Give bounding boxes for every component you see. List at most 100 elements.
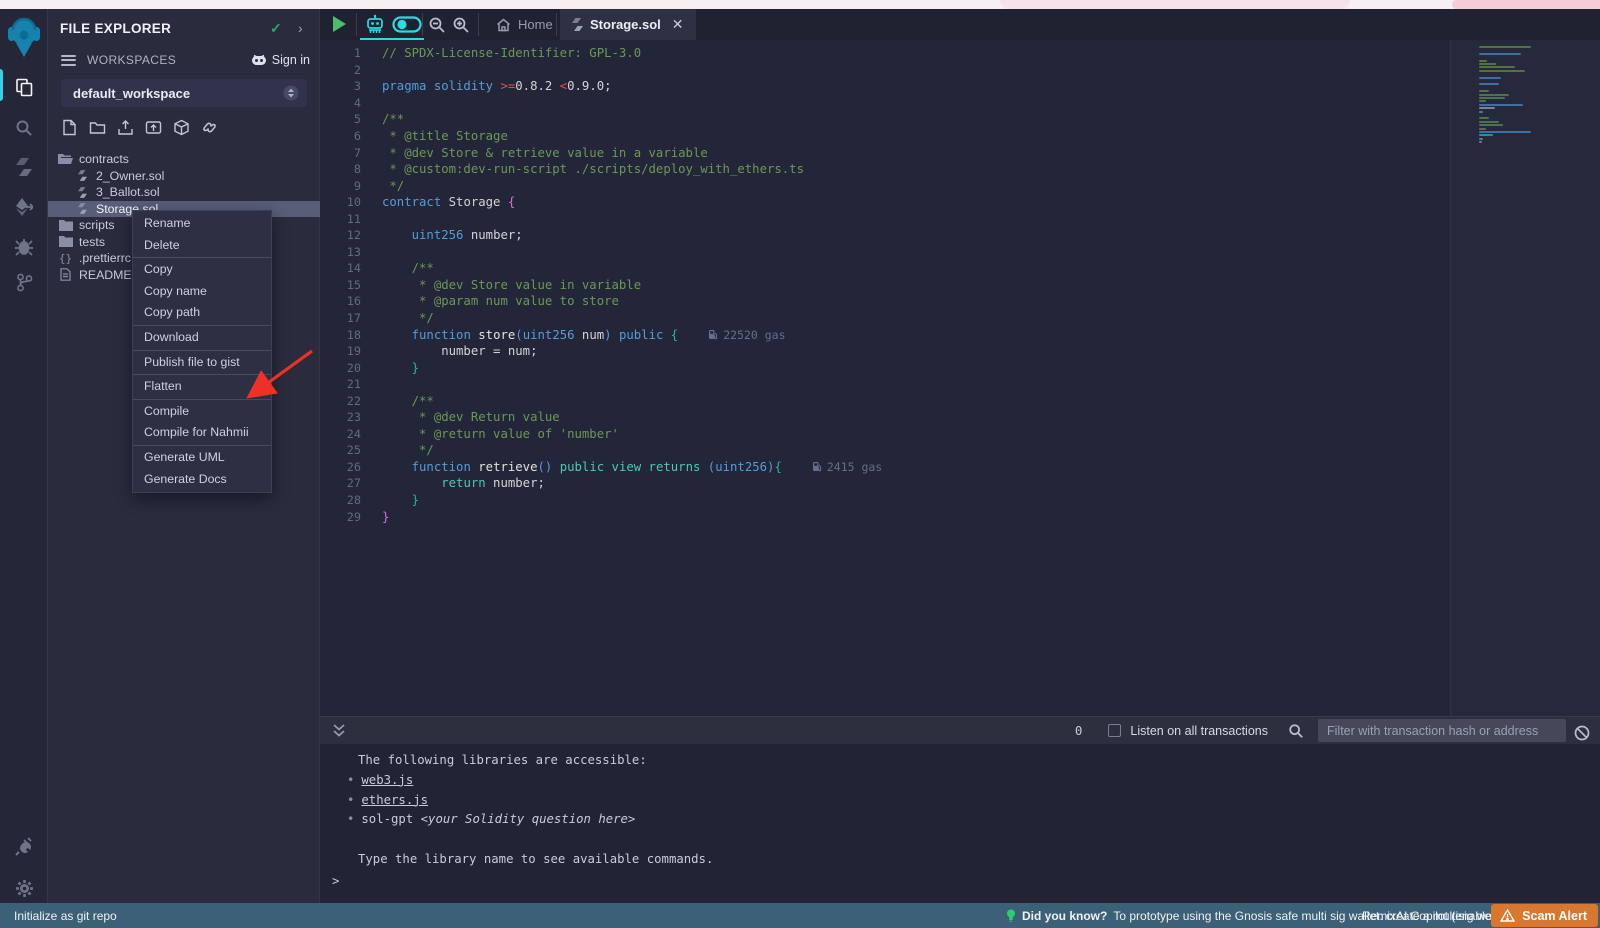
context-menu-item-copy[interactable]: Copy xyxy=(133,259,271,281)
line-number: 10 xyxy=(320,195,382,209)
context-menu-item-generate-uml[interactable]: Generate UML xyxy=(133,447,271,469)
search-icon[interactable] xyxy=(1288,723,1304,739)
sidebar-item-git[interactable] xyxy=(0,265,48,299)
new-file-icon[interactable] xyxy=(61,119,78,136)
status-bar: Initialize as git repo Did you know? To … xyxy=(0,903,1600,928)
listen-label: Listen on all transactions xyxy=(1130,724,1268,738)
sign-in-label: Sign in xyxy=(272,53,310,67)
line-number: 12 xyxy=(320,228,382,242)
menu-divider xyxy=(133,445,271,446)
copilot-toggle[interactable] xyxy=(392,16,422,33)
git-init-button[interactable]: Initialize as git repo xyxy=(14,909,117,923)
tab-storage-sol[interactable]: Storage.sol ✕ xyxy=(560,9,696,40)
sidebar-item-settings[interactable] xyxy=(0,871,48,905)
workspaces-row: WORKSPACES Sign in xyxy=(48,49,320,71)
code-line-9: 9 */ xyxy=(320,177,1600,194)
zoom-out-icon[interactable] xyxy=(428,16,446,34)
library-link[interactable]: ethers.js xyxy=(361,793,428,807)
minimap-line xyxy=(1479,70,1525,72)
context-menu-item-copy-name[interactable]: Copy name xyxy=(133,281,271,303)
terminal[interactable]: The following libraries are accessible:•… xyxy=(320,744,1600,903)
solidity-file-icon xyxy=(572,18,583,31)
tab-home[interactable]: Home xyxy=(482,9,567,40)
minimap-line xyxy=(1479,77,1501,79)
workspace-select[interactable]: default_workspace xyxy=(61,79,307,107)
code-line-22: 22 /** xyxy=(320,392,1600,409)
terminal-prompt[interactable]: > xyxy=(332,874,339,888)
terminal-toolbar: 0 Listen on all transactions xyxy=(320,716,1600,744)
context-menu-item-download[interactable]: Download xyxy=(133,327,271,349)
new-folder-icon[interactable] xyxy=(89,119,106,136)
line-number: 8 xyxy=(320,162,382,176)
copilot-status[interactable]: RemixAI Copilot (enabled) xyxy=(1362,909,1502,923)
minimap-line xyxy=(1479,138,1483,140)
minimap-line xyxy=(1479,100,1486,102)
browser-soft-pill xyxy=(1000,0,1350,9)
sidebar-item-deploy-run[interactable] xyxy=(0,190,48,224)
sidebar-item-plugin-manager[interactable] xyxy=(0,829,48,863)
minimap-line xyxy=(1479,83,1499,85)
code-line-11: 11 xyxy=(320,210,1600,227)
code-line-16: 16 * @param num value to store xyxy=(320,293,1600,310)
line-number: 17 xyxy=(320,311,382,325)
code-line-12: 12 uint256 number; xyxy=(320,227,1600,244)
code-line-23: 23 * @dev Return value xyxy=(320,409,1600,426)
context-menu-item-compile-for-nahmii[interactable]: Compile for Nahmii xyxy=(133,422,271,444)
sign-in-button[interactable]: Sign in xyxy=(251,53,310,67)
code-line-29: 29} xyxy=(320,508,1600,525)
minimap[interactable] xyxy=(1450,40,1600,716)
scam-alert-button[interactable]: Scam Alert xyxy=(1491,904,1598,927)
listen-checkbox[interactable] xyxy=(1108,724,1121,737)
panel-title: FILE EXPLORER xyxy=(60,21,171,36)
sidebar-item-solidity-compiler[interactable] xyxy=(0,150,48,184)
tree-item-label: 2_Owner.sol xyxy=(96,169,164,183)
code-lines: 1// SPDX-License-Identifier: GPL-3.023pr… xyxy=(320,45,1600,525)
context-menu-item-publish-file-to-gist[interactable]: Publish file to gist xyxy=(133,352,271,374)
tree-item-contracts[interactable]: contracts xyxy=(48,151,320,168)
code-line-28: 28 } xyxy=(320,492,1600,509)
code-line-5: 5/** xyxy=(320,111,1600,128)
minimap-line xyxy=(1479,63,1496,65)
context-menu-item-rename[interactable]: Rename xyxy=(133,213,271,235)
cube-icon[interactable] xyxy=(173,119,190,136)
upload-folder-icon[interactable] xyxy=(145,119,162,136)
context-menu-item-delete[interactable]: Delete xyxy=(133,235,271,257)
context-menu-item-generate-docs[interactable]: Generate Docs xyxy=(133,469,271,491)
minimap-line xyxy=(1479,111,1483,113)
clear-console-icon[interactable] xyxy=(1574,725,1590,741)
context-menu-item-compile[interactable]: Compile xyxy=(133,401,271,423)
terminal-library-link-web3-js: •web3.js xyxy=(320,771,1600,791)
zoom-in-icon[interactable] xyxy=(452,16,470,34)
panel-header: FILE EXPLORER ✓ › xyxy=(48,15,320,41)
minimap-line xyxy=(1479,134,1493,136)
tree-item-3-ballot-sol[interactable]: 3_Ballot.sol xyxy=(48,184,320,201)
sidebar-item-file-explorer[interactable] xyxy=(0,70,48,104)
remixai-robot-icon[interactable] xyxy=(364,14,386,35)
line-number: 27 xyxy=(320,476,382,490)
context-menu-item-flatten[interactable]: Flatten xyxy=(133,376,271,398)
code-editor[interactable]: 1// SPDX-License-Identifier: GPL-3.023pr… xyxy=(320,40,1600,716)
code-line-14: 14 /** xyxy=(320,260,1600,277)
chevron-right-icon[interactable]: › xyxy=(298,20,303,36)
line-number: 14 xyxy=(320,261,382,275)
home-tab-label: Home xyxy=(518,17,553,32)
minimap-line xyxy=(1479,90,1489,92)
remix-logo-icon[interactable] xyxy=(5,13,43,57)
gas-estimate-hint: 22520 gas xyxy=(708,328,785,342)
tree-item-2-owner-sol[interactable]: 2_Owner.sol xyxy=(48,168,320,185)
library-link[interactable]: web3.js xyxy=(361,773,413,787)
transaction-filter-input[interactable] xyxy=(1318,719,1566,742)
sidebar-item-debugger[interactable] xyxy=(0,230,48,264)
sidebar-item-search[interactable] xyxy=(0,111,48,145)
run-script-button[interactable] xyxy=(333,16,346,32)
chevron-double-down-icon[interactable] xyxy=(332,723,346,738)
line-number: 3 xyxy=(320,79,382,93)
tabbar-separator xyxy=(556,13,557,36)
minimap-line xyxy=(1479,117,1489,119)
minimap-line xyxy=(1479,53,1521,55)
hamburger-menu-icon[interactable] xyxy=(61,52,76,68)
upload-file-icon[interactable] xyxy=(117,119,134,136)
link-icon[interactable] xyxy=(201,119,218,136)
context-menu-item-copy-path[interactable]: Copy path xyxy=(133,302,271,324)
close-tab-icon[interactable]: ✕ xyxy=(672,16,684,33)
